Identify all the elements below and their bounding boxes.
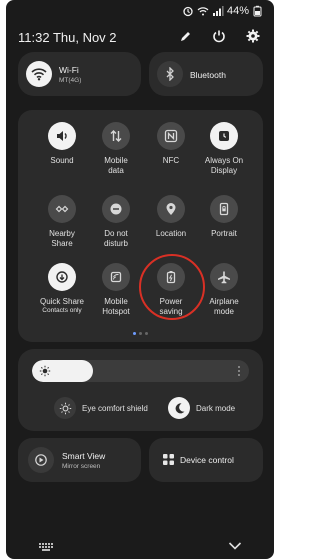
- brightness-icon: [39, 365, 51, 377]
- header-actions: [176, 27, 262, 45]
- bluetooth-icon: [157, 61, 183, 87]
- tile-label: Mobile data: [104, 156, 128, 175]
- tile-always-on-display[interactable]: Always On Display: [196, 122, 252, 176]
- device-control-title: Device control: [180, 455, 234, 465]
- mobile-data-icon: [102, 122, 130, 150]
- tile-sound[interactable]: Sound: [34, 122, 90, 166]
- page-dot: [139, 332, 142, 335]
- location-icon: [157, 195, 185, 223]
- quick-settings-grid: Sound Mobile data NFC Always On Display: [18, 110, 263, 342]
- smart-view-tile[interactable]: Smart View Mirror screen: [18, 438, 141, 482]
- tile-portrait[interactable]: Portrait: [196, 195, 252, 239]
- page-dot: [145, 332, 148, 335]
- smart-view-icon: [28, 447, 54, 473]
- eye-comfort-toggle[interactable]: Eye comfort shield: [54, 397, 148, 419]
- portrait-lock-icon: [210, 195, 238, 223]
- device-control-tile[interactable]: Device control: [149, 438, 263, 482]
- more-options-icon[interactable]: [237, 365, 241, 377]
- dark-mode-toggle[interactable]: Dark mode: [168, 397, 235, 419]
- tile-mobile-data[interactable]: Mobile data: [88, 122, 144, 176]
- tile-label: Do not disturb: [103, 229, 128, 248]
- do-not-disturb-icon: [102, 195, 130, 223]
- wifi-status-icon: [197, 7, 209, 16]
- bluetooth-tile[interactable]: Bluetooth: [149, 52, 263, 96]
- tile-do-not-disturb[interactable]: Do not disturb: [88, 195, 144, 249]
- power-icon: [213, 30, 225, 43]
- chevron-down-icon[interactable]: [228, 541, 242, 551]
- alarm-icon: [183, 6, 193, 17]
- wifi-tile[interactable]: Wi-Fi MT(4G): [18, 52, 141, 96]
- tile-label: Sound: [50, 156, 74, 165]
- page-indicator: [18, 332, 263, 335]
- eye-comfort-icon: [54, 397, 76, 419]
- tile-label: NFC: [162, 156, 180, 165]
- always-on-display-icon: [210, 122, 238, 150]
- tile-mobile-hotspot[interactable]: Mobile Hotspot: [88, 263, 144, 317]
- date-time: 11:32 Thu, Nov 2: [18, 30, 117, 45]
- brightness-slider[interactable]: [32, 360, 249, 382]
- power-button[interactable]: [210, 27, 228, 45]
- quick-share-icon: [48, 263, 76, 291]
- nfc-icon: [157, 122, 185, 150]
- tile-sublabel: Contacts only: [42, 307, 82, 314]
- tile-location[interactable]: Location: [143, 195, 199, 239]
- battery-percent: 44%: [226, 5, 249, 17]
- wifi-title: Wi-Fi: [59, 65, 79, 75]
- nearby-share-icon: [48, 195, 76, 223]
- dark-mode-label: Dark mode: [196, 403, 236, 413]
- dark-mode-icon: [168, 397, 190, 419]
- tile-label: Always On Display: [204, 156, 244, 175]
- keyboard-icon[interactable]: [39, 543, 53, 551]
- sound-icon: [48, 122, 76, 150]
- tile-label: Quick Share: [39, 297, 85, 306]
- brightness-card: Eye comfort shield Dark mode: [18, 349, 263, 431]
- quick-panel: 44% 11:32 Thu, Nov 2 Wi-Fi MT(4G) Blueto…: [6, 0, 274, 559]
- tile-quick-share[interactable]: Quick Share Contacts only: [31, 263, 93, 315]
- pencil-icon: [180, 31, 190, 41]
- tile-label: Nearby Share: [49, 229, 75, 248]
- edit-button[interactable]: [176, 27, 194, 45]
- hotspot-icon: [102, 263, 130, 291]
- page-dot: [133, 332, 136, 335]
- tile-nearby-share[interactable]: Nearby Share: [34, 195, 90, 249]
- battery-icon: [253, 5, 262, 17]
- smart-view-title: Smart View: [62, 451, 106, 461]
- bluetooth-title: Bluetooth: [190, 70, 226, 80]
- status-bar: 44%: [182, 4, 264, 18]
- eye-comfort-label: Eye comfort shield: [82, 403, 148, 413]
- device-control-icon: [163, 454, 174, 465]
- gear-icon: [246, 29, 260, 43]
- tile-label: Location: [155, 229, 187, 238]
- signal-icon: [212, 6, 224, 16]
- tile-label: Mobile Hotspot: [102, 297, 130, 316]
- tile-nfc[interactable]: NFC: [143, 122, 199, 166]
- airplane-icon: [210, 263, 238, 291]
- tile-label: Airplane mode: [209, 297, 239, 316]
- wifi-network: MT(4G): [59, 77, 82, 84]
- settings-button[interactable]: [244, 27, 262, 45]
- wifi-icon: [26, 61, 52, 87]
- highlight-circle: [139, 254, 205, 320]
- smart-view-subtitle: Mirror screen: [62, 463, 101, 470]
- tile-label: Portrait: [211, 229, 237, 238]
